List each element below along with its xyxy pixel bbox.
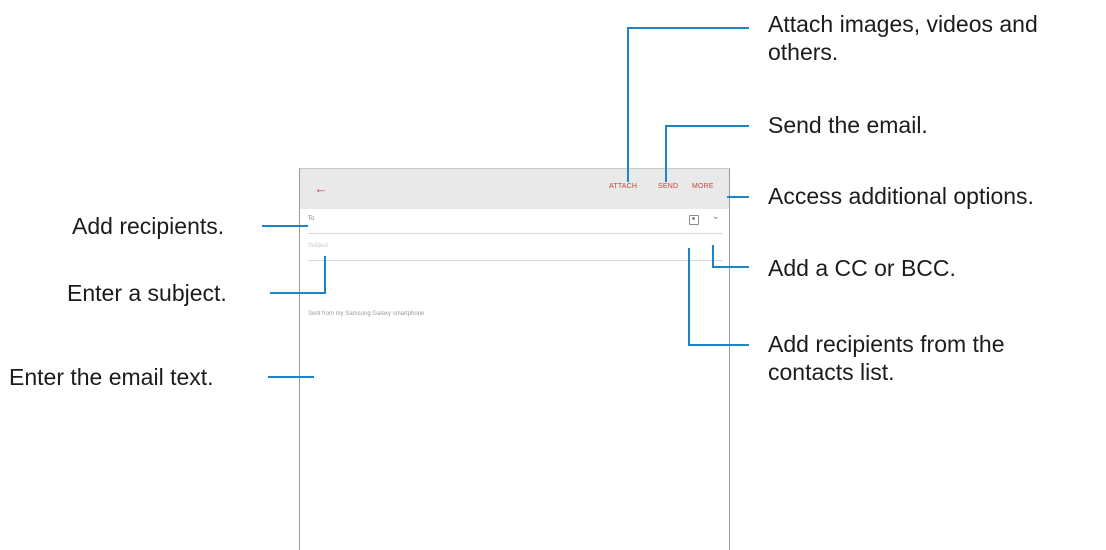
callout-line-contacts-v [688,248,690,346]
chevron-down-icon[interactable]: ⌄ [712,211,720,222]
callout-contacts-line1: Add recipients from the [768,331,1005,357]
callout-line-subject-h [270,292,326,294]
subject-field[interactable]: Subject [308,233,723,261]
email-body-field[interactable]: Sent from my Samsung Galaxy smartphone [308,261,723,541]
back-arrow-icon[interactable]: ← [312,181,330,197]
recipient-field[interactable]: To ⌄ [308,209,723,234]
callout-attach: Attach images, videos and others. [768,10,1038,66]
callout-line-text-h [268,376,314,378]
callout-line-attach-h [627,27,749,29]
callout-line-subject-v [324,256,326,294]
send-button[interactable]: SEND [658,183,678,190]
callout-line-send-v [665,125,667,182]
callout-line-contacts-h [688,344,749,346]
callout-more: Access additional options. [768,183,1034,209]
callout-line-ccbcc-h [712,266,749,268]
callout-attach-line1: Attach images, videos and [768,11,1038,37]
callout-line-attach-v [627,27,629,182]
callout-attach-line2: others. [768,39,839,65]
more-button[interactable]: MORE [692,183,714,190]
callout-line-send-h [665,125,749,127]
callout-line-recipients-h [262,225,308,227]
callout-line-more-h [727,196,749,198]
subject-placeholder: Subject [308,243,329,249]
email-signature: Sent from my Samsung Galaxy smartphone [308,311,425,317]
callout-add-recipients: Add recipients. [72,213,225,239]
callout-email-text: Enter the email text. [9,364,214,390]
recipient-label: To [308,216,315,222]
callout-contacts: Add recipients from the contacts list. [768,330,1005,386]
callout-subject: Enter a subject. [67,280,227,306]
callout-line-ccbcc-v [712,245,714,267]
contact-card-icon[interactable] [689,215,699,225]
callout-send: Send the email. [768,112,928,138]
callout-cc-bcc: Add a CC or BCC. [768,255,956,281]
callout-contacts-line2: contacts list. [768,359,895,385]
email-compose-screen: ← ATTACH SEND MORE To ⌄ Subject Sent fro… [299,168,730,550]
attach-button[interactable]: ATTACH [609,183,637,190]
